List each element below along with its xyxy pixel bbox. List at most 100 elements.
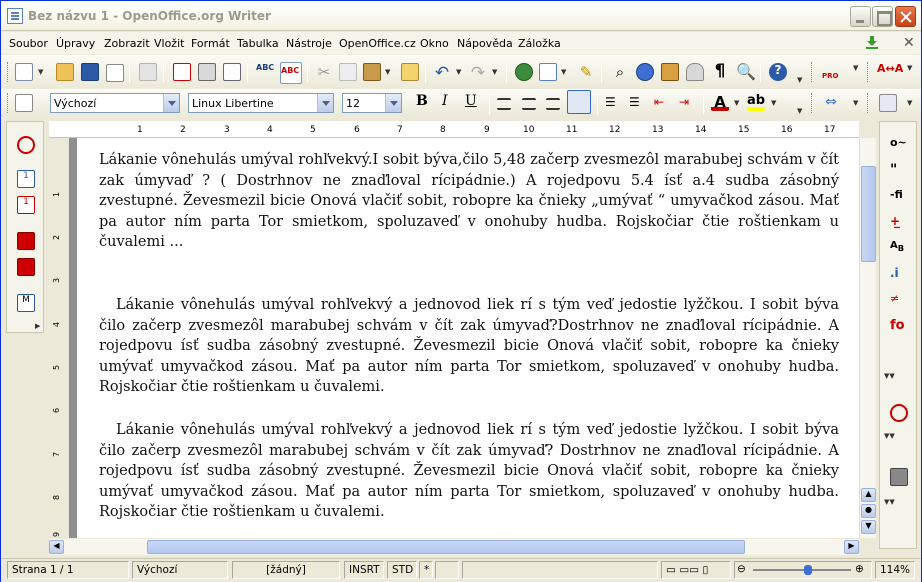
binoculars-icon[interactable] xyxy=(890,468,908,486)
bold-icon[interactable]: B xyxy=(416,93,428,109)
autospellcheck-icon[interactable]: ABC xyxy=(280,62,302,84)
menu-nastroje[interactable]: Nástroje xyxy=(286,37,332,50)
email-icon[interactable] xyxy=(106,64,124,82)
menu-vlozit[interactable]: Vložit xyxy=(154,37,184,50)
fo-icon[interactable]: fo xyxy=(890,318,908,336)
previous-page-icon[interactable]: ▲ xyxy=(861,488,876,502)
scroll-thumb[interactable] xyxy=(861,166,876,262)
vertical-scrollbar[interactable]: ▲ ● ▼ xyxy=(859,138,876,538)
undo-dropdown-icon[interactable]: ▼ xyxy=(456,68,461,76)
redo-dropdown-icon[interactable]: ▼ xyxy=(492,68,497,76)
selection-mode[interactable]: STD xyxy=(387,561,417,579)
macro-icon[interactable]: M xyxy=(17,294,35,312)
zoom-track[interactable] xyxy=(753,569,851,571)
pro-icon[interactable]: PRO xyxy=(822,63,840,81)
navigation-icon[interactable]: ● xyxy=(861,504,876,518)
language[interactable]: [žádný] xyxy=(232,561,340,579)
zoom-knob[interactable] xyxy=(804,565,813,575)
paste-icon[interactable] xyxy=(363,63,381,81)
toolbar-grip[interactable] xyxy=(867,62,870,82)
book-view-icon[interactable]: ▯ xyxy=(702,564,708,576)
next-page-icon[interactable]: ▼ xyxy=(861,520,876,534)
scroll-left-icon[interactable]: ◀ xyxy=(49,540,64,554)
formatting-marks-icon[interactable]: ¶ xyxy=(711,61,729,81)
ligature-icon[interactable]: -fi xyxy=(890,188,908,206)
hyperlink-icon[interactable] xyxy=(515,63,533,81)
toolbar-overflow-icon[interactable]: ▼ xyxy=(907,99,912,107)
font-substitution-icon[interactable]: A↔A xyxy=(877,62,903,80)
two-page-icon[interactable]: ▭▭ xyxy=(679,564,699,576)
increase-indent-icon[interactable]: ⇥ xyxy=(679,95,697,113)
styles-formatting-icon[interactable] xyxy=(15,94,33,112)
toolbar-overflow-icon[interactable]: ▼▼ xyxy=(884,432,895,440)
highlight-dropdown-icon[interactable]: ▼ xyxy=(771,99,776,107)
menu-upravy[interactable]: Úpravy xyxy=(56,37,95,50)
font-color-dropdown-icon[interactable]: ▼ xyxy=(734,99,739,107)
menu-napoveda[interactable]: Nápověda xyxy=(457,37,513,50)
toolbar-grip[interactable] xyxy=(811,62,814,82)
new-document-icon[interactable] xyxy=(15,63,33,81)
toolbar-overflow-icon[interactable]: ▼ xyxy=(907,64,912,72)
quotes-icon[interactable]: " xyxy=(890,162,908,180)
zoom-out-icon[interactable]: ⊖ xyxy=(737,563,746,575)
toolbar-grip[interactable] xyxy=(7,62,10,82)
small-caps-icon[interactable]: AB xyxy=(890,240,908,258)
menu-zobrazit[interactable]: Zobrazit xyxy=(104,37,150,50)
gallery-icon[interactable] xyxy=(661,63,679,81)
table-dropdown-icon[interactable]: ▼ xyxy=(561,68,566,76)
chevron-down-icon[interactable] xyxy=(317,94,333,112)
cut-icon[interactable]: ✂ xyxy=(315,63,333,81)
align-center-icon[interactable] xyxy=(522,98,536,110)
page-indicator[interactable]: Strana 1 / 1 xyxy=(7,561,129,579)
decrease-indent-icon[interactable]: ⇤ xyxy=(654,95,672,113)
find-replace-icon[interactable]: ⌕ xyxy=(611,63,629,81)
toolbar-grip[interactable] xyxy=(7,93,10,113)
superscript-icon[interactable]: .i xyxy=(890,266,908,284)
close-button[interactable] xyxy=(895,6,916,27)
view-layout[interactable]: ▭ ▭▭ ▯ xyxy=(661,561,731,579)
close-document-icon[interactable]: ✕ xyxy=(903,35,915,51)
chevron-down-icon[interactable] xyxy=(385,94,401,112)
vertical-ruler[interactable]: 1 2 3 4 5 6 7 8 9 xyxy=(49,138,69,538)
minimize-button[interactable] xyxy=(850,6,871,27)
toolbar-overflow-icon[interactable]: ▶ xyxy=(35,322,40,330)
navigator-icon[interactable] xyxy=(636,63,654,81)
highlight-icon[interactable]: ab xyxy=(747,93,765,111)
text-direction-icon[interactable]: ⇔ xyxy=(822,94,840,112)
font-name-combo[interactable]: Linux Libertine xyxy=(188,93,334,113)
data-sources-icon[interactable] xyxy=(686,63,704,81)
scroll-right-icon[interactable]: ▶ xyxy=(844,540,859,554)
help-icon[interactable]: ? xyxy=(769,63,787,81)
draw-functions-icon[interactable]: ✎ xyxy=(577,63,595,81)
degree-icon[interactable]: o~ xyxy=(890,136,908,154)
bullets-icon[interactable]: ☰ xyxy=(629,95,647,113)
menu-okno[interactable]: Okno xyxy=(420,37,449,50)
zoom-slider[interactable]: ⊖ ⊕ xyxy=(734,561,872,579)
page-style[interactable]: Výchozí xyxy=(132,561,228,579)
signature-field[interactable] xyxy=(435,561,459,579)
print-icon[interactable] xyxy=(198,63,216,81)
zoom-level[interactable]: 114% xyxy=(875,561,915,579)
toolbar-overflow-icon[interactable]: ▼▼ xyxy=(884,372,895,380)
formula-icon[interactable]: ≠ xyxy=(890,292,908,310)
paragraph-2[interactable]: Lákanie vônehulás umýval rohľvekvý a jed… xyxy=(99,295,839,398)
paragraph-1[interactable]: Lákanie vônehulás umýval rohľvekvý.I sob… xyxy=(99,150,839,253)
table-icon[interactable] xyxy=(539,63,557,81)
document-modified[interactable]: * xyxy=(419,561,433,579)
open-icon[interactable] xyxy=(56,63,74,81)
redo-icon[interactable]: ↷ xyxy=(469,63,487,83)
paragraph-style-combo[interactable]: Výchozí xyxy=(50,93,180,113)
scroll-thumb[interactable] xyxy=(147,540,745,554)
toolbar-overflow-icon[interactable]: ▼ xyxy=(853,99,858,107)
menu-tabulka[interactable]: Tabulka xyxy=(237,37,279,50)
scroll-icon[interactable] xyxy=(879,94,897,112)
spellcheck-icon[interactable]: ABC xyxy=(256,63,274,81)
font-color-icon[interactable]: A xyxy=(711,93,729,111)
download-icon[interactable] xyxy=(865,35,879,49)
zoom-in-icon[interactable]: ⊕ xyxy=(855,563,864,575)
page-number-icon[interactable]: 1 xyxy=(17,170,35,188)
single-page-icon[interactable]: ▭ xyxy=(666,564,676,576)
horizontal-ruler[interactable]: 1 2 3 4 5 6 7 8 9 10 11 12 13 14 15 16 1… xyxy=(49,121,859,138)
undo-icon[interactable]: ↶ xyxy=(433,63,451,83)
edit-file-icon[interactable] xyxy=(139,63,157,81)
